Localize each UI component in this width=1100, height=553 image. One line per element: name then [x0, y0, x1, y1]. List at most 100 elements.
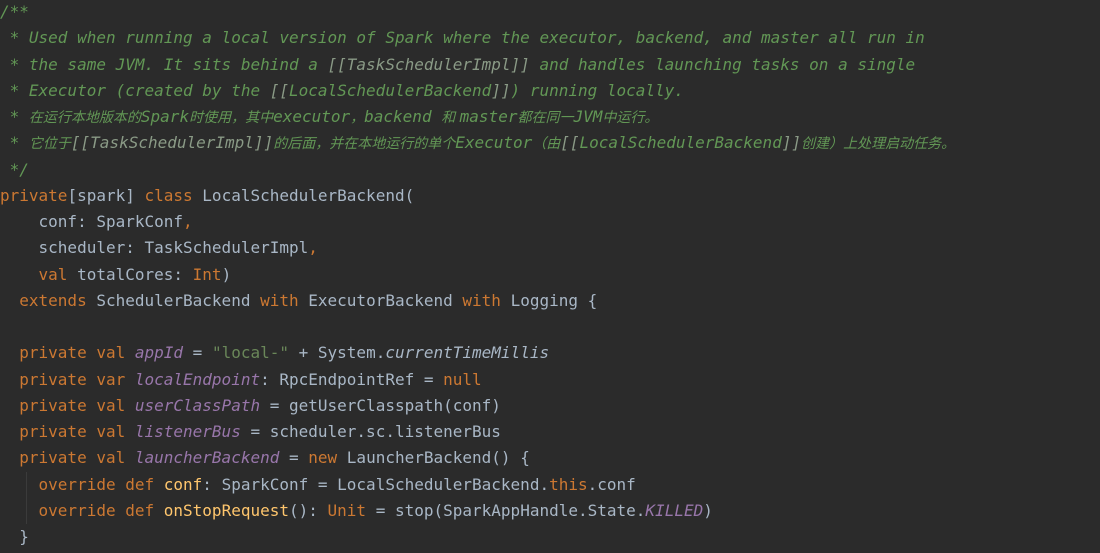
code-token: private val — [19, 448, 135, 468]
code-token: null — [443, 369, 482, 389]
code-token: private var — [19, 369, 135, 389]
code-token: (): — [289, 500, 328, 520]
code-editor[interactable]: /** * Used when running a local version … — [0, 0, 1100, 553]
code-token: 和 — [441, 110, 460, 126]
code-token: currentTimeMillis — [385, 343, 550, 363]
code-token: 的后面，并在本地运行的单个 — [273, 136, 456, 153]
code-token: [[ — [560, 133, 580, 153]
code-token: with — [462, 290, 511, 310]
code-line[interactable]: * the same JVM. It sits behind a [[TaskS… — [0, 52, 916, 78]
code-line[interactable]: private var localEndpoint: RpcEndpointRe… — [0, 367, 482, 393]
code-token: Int — [192, 264, 222, 284]
code-token: Spark — [140, 107, 190, 126]
code-token: 创建）上处理启动任务。 — [801, 136, 956, 153]
code-line[interactable]: private val listenerBus = scheduler.sc.l… — [0, 419, 501, 445]
code-token: override def — [38, 500, 164, 520]
code-token: LocalSchedulerBackend( — [202, 185, 415, 205]
code-token: 时使用，其中 — [189, 110, 274, 126]
code-token: * — [0, 107, 29, 126]
code-token: [[TaskSchedulerImpl]] — [70, 133, 274, 153]
code-token: = — [279, 448, 309, 468]
code-token: ) — [221, 264, 232, 284]
code-token: 在运行本地版本的 — [28, 110, 141, 126]
code-token: JVM — [573, 107, 603, 126]
code-line[interactable]: private val userClassPath = getUserClass… — [0, 393, 501, 419]
code-line[interactable]: override def onStopRequest(): Unit = sto… — [0, 498, 713, 524]
code-token: .conf — [587, 474, 636, 494]
code-token: appId — [134, 343, 184, 363]
code-token: LauncherBackend() { — [346, 448, 530, 468]
code-line[interactable]: conf: SparkConf, — [0, 209, 193, 235]
code-token: override def — [38, 474, 164, 494]
code-token: private val — [19, 395, 135, 415]
code-token: : SparkConf = LocalSchedulerBackend. — [202, 474, 550, 494]
code-token: （由 — [532, 136, 561, 153]
code-token: scheduler: TaskSchedulerImpl — [0, 238, 309, 258]
code-token: = scheduler.sc.listenerBus — [240, 422, 501, 441]
code-token: launcherBackend — [134, 448, 280, 468]
code-line[interactable]: val totalCores: Int) — [0, 262, 232, 288]
code-line[interactable]: * Used when running a local version of S… — [0, 25, 925, 51]
code-token: ]] — [781, 133, 802, 153]
code-token: , — [308, 238, 318, 258]
code-token: * Executor (created by the — [0, 80, 270, 100]
code-line[interactable]: /** — [0, 0, 29, 25]
code-token: and handles launching tasks on a single — [529, 54, 916, 74]
code-line[interactable]: private[spark] class LocalSchedulerBacke… — [0, 183, 414, 209]
code-token: Executor — [455, 133, 533, 153]
code-line[interactable]: private val launcherBackend = new Launch… — [0, 445, 530, 471]
code-line[interactable]: } — [0, 524, 29, 550]
code-line[interactable]: override def conf: SparkConf = LocalSche… — [0, 472, 636, 498]
code-token: class — [144, 185, 203, 205]
code-token: userClassPath — [134, 395, 261, 415]
code-token: master — [459, 107, 518, 126]
code-token: = getUserClasspath(conf) — [260, 395, 501, 415]
code-token: KILLED — [645, 500, 704, 520]
code-token: [[TaskSchedulerImpl]] — [327, 54, 530, 74]
code-token: ) — [703, 500, 713, 520]
code-token: [[ — [269, 80, 289, 100]
code-token: val — [38, 264, 78, 284]
code-token: totalCores: — [77, 264, 193, 284]
code-token: = — [183, 343, 212, 363]
code-token: with — [260, 290, 309, 310]
code-token: backend — [364, 107, 442, 126]
code-line[interactable]: extends SchedulerBackend with ExecutorBa… — [0, 288, 597, 314]
code-line[interactable]: */ — [0, 157, 29, 183]
code-line[interactable]: * 在运行本地版本的Spark时使用，其中executor，backend 和 … — [0, 104, 659, 130]
code-token: */ — [0, 159, 29, 179]
code-token: + System. — [289, 343, 386, 363]
code-token: LocalSchedulerBackend — [288, 80, 492, 100]
code-token: ， — [350, 110, 365, 126]
code-token: conf: SparkConf — [0, 212, 184, 231]
code-token: 中运行。 — [602, 110, 659, 126]
code-token: [spark] — [67, 185, 145, 205]
code-token: : RpcEndpointRef = — [260, 369, 444, 389]
code-token: onStopRequest — [163, 500, 289, 520]
code-token: * Used when running a local version of S… — [0, 28, 925, 48]
code-token: private val — [19, 422, 135, 441]
code-token: , — [183, 212, 193, 231]
code-line[interactable]: * Executor (created by the [[LocalSchedu… — [0, 78, 684, 104]
code-line[interactable]: private val appId = "local-" + System.cu… — [0, 340, 549, 366]
code-token: executor — [273, 107, 351, 126]
code-token: LocalSchedulerBackend — [579, 133, 782, 153]
code-token: extends — [19, 290, 97, 310]
code-token: ]] — [491, 80, 511, 100]
code-token: 它位于 — [28, 136, 71, 153]
code-token: /** — [0, 2, 29, 21]
code-token: ) running locally. — [510, 80, 684, 100]
code-line[interactable]: scheduler: TaskSchedulerImpl, — [0, 235, 318, 261]
code-token: localEndpoint — [134, 369, 261, 389]
code-token: = stop(SparkAppHandle.State. — [366, 500, 646, 520]
code-token: Logging { — [510, 290, 598, 310]
code-token: this — [549, 474, 588, 494]
code-line[interactable]: * 它位于[[TaskSchedulerImpl]]的后面，并在本地运行的单个E… — [0, 130, 955, 156]
